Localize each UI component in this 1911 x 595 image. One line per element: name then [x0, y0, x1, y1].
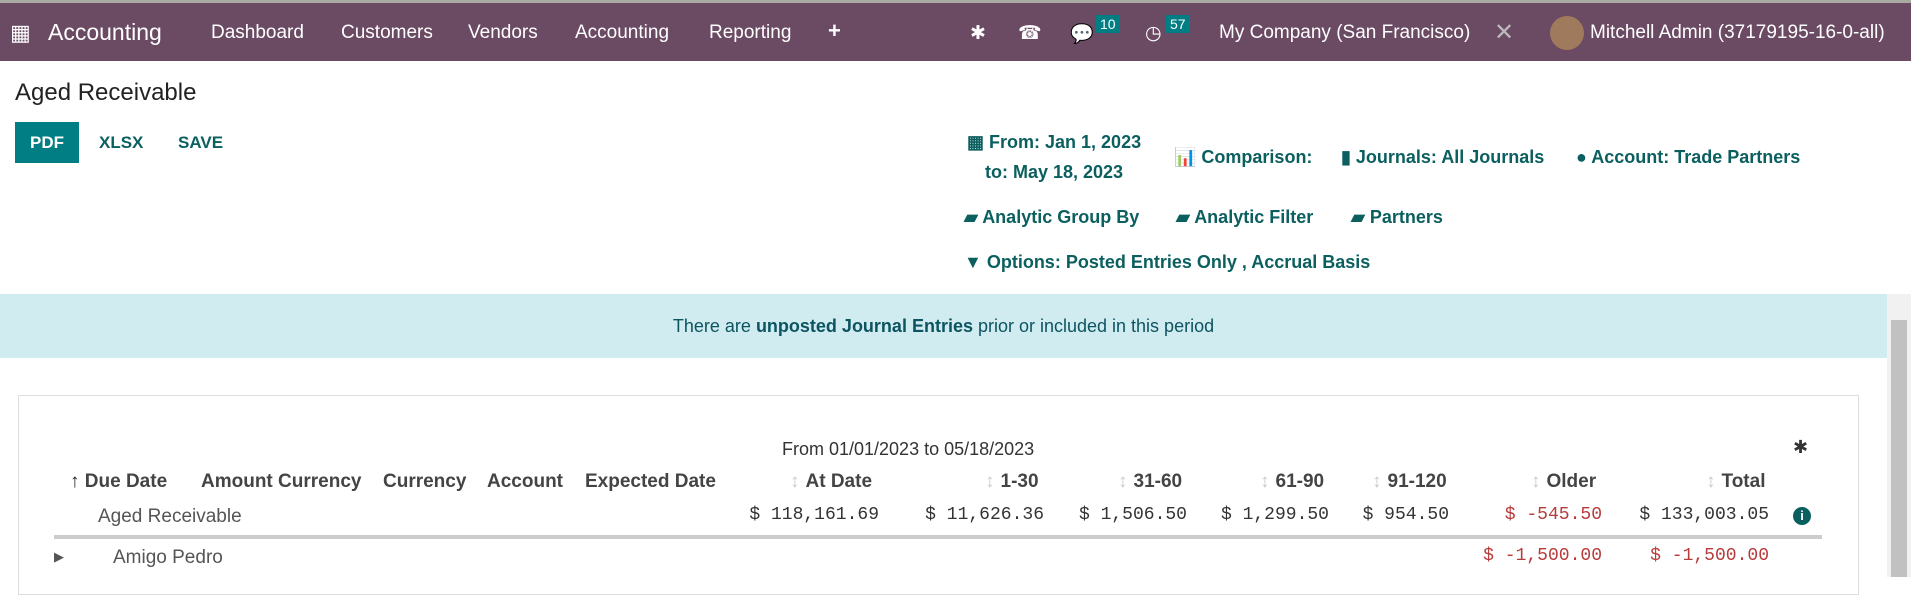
total-31-60[interactable]: $ 1,506.50	[1079, 505, 1187, 525]
options-label: Options: Posted Entries Only , Accrual B…	[986, 252, 1371, 272]
info-icon[interactable]: i	[1793, 507, 1811, 525]
total-61-90[interactable]: $ 1,299.50	[1221, 505, 1329, 525]
calendar-icon: ▦	[967, 132, 990, 152]
unposted-entries-link[interactable]: unposted Journal Entries	[756, 316, 973, 336]
col-currency[interactable]: Currency	[383, 471, 466, 493]
menu-dashboard[interactable]: Dashboard	[211, 22, 304, 44]
folder-icon: ▰	[1176, 207, 1195, 227]
divider	[54, 535, 1822, 539]
col-at-date[interactable]: ↕ At Date	[790, 471, 872, 493]
analytic-group-filter[interactable]: ▰ Analytic Group By	[964, 207, 1139, 228]
col-older[interactable]: ↕ Older	[1531, 471, 1596, 493]
journals-filter[interactable]: ▮ Journals: All Journals	[1341, 147, 1544, 168]
total-at-date[interactable]: $ 118,161.69	[749, 505, 879, 525]
save-button[interactable]: SAVE	[163, 122, 238, 163]
col-1-30[interactable]: ↕ 1-30	[985, 471, 1039, 493]
col-expected-date[interactable]: Expected Date	[585, 471, 716, 493]
menu-customers[interactable]: Customers	[341, 22, 433, 44]
pdf-button[interactable]: PDF	[15, 122, 79, 163]
company-switcher[interactable]: My Company (San Francisco)	[1219, 22, 1470, 44]
user-menu[interactable]: Mitchell Admin (37179195-16-0-all)	[1590, 22, 1885, 44]
total-1-30[interactable]: $ 11,626.36	[925, 505, 1044, 525]
menu-reporting[interactable]: Reporting	[709, 22, 791, 44]
total-total[interactable]: $ 133,003.05	[1639, 505, 1769, 525]
total-row-label: Aged Receivable	[98, 506, 242, 527]
app-name[interactable]: Accounting	[48, 19, 162, 46]
unposted-entries-banner: There are unposted Journal Entries prior…	[0, 294, 1887, 358]
partner-row-label[interactable]: Amigo Pedro	[113, 547, 223, 569]
account-label: Account: Trade Partners	[1591, 147, 1801, 167]
report-period: From 01/01/2023 to 05/18/2023	[782, 439, 1035, 459]
xlsx-button[interactable]: XLSX	[84, 122, 158, 163]
folder-icon: ▰	[964, 207, 983, 227]
avatar[interactable]	[1550, 16, 1584, 50]
messages-badge: 10	[1096, 15, 1120, 33]
partners-label: Partners	[1369, 207, 1443, 227]
user-icon: ●	[1576, 147, 1592, 167]
col-61-90[interactable]: ↕ 61-90	[1260, 471, 1324, 493]
comparison-label: Comparison:	[1201, 147, 1313, 167]
apps-grid-icon[interactable]: ▦	[10, 20, 31, 46]
partner-older[interactable]: $ -1,500.00	[1483, 546, 1602, 566]
debug-bug-icon[interactable]: ✱	[1793, 437, 1808, 458]
partner-total[interactable]: $ -1,500.00	[1650, 546, 1769, 566]
col-91-120[interactable]: ↕ 91-120	[1372, 471, 1447, 493]
tools-icon[interactable]: ✕	[1494, 18, 1514, 47]
date-to[interactable]: to: May 18, 2023	[985, 162, 1123, 183]
menu-vendors[interactable]: Vendors	[468, 22, 538, 44]
top-navbar: ▦ Accounting Dashboard Customers Vendors…	[0, 0, 1911, 61]
col-31-60[interactable]: ↕ 31-60	[1118, 471, 1182, 493]
expand-caret-icon[interactable]: ▶	[54, 549, 64, 565]
scrollbar-thumb[interactable]	[1891, 320, 1907, 577]
date-from: From: Jan 1, 2023	[989, 132, 1142, 152]
chat-icon[interactable]: 💬	[1070, 22, 1094, 46]
col-account[interactable]: Account	[487, 471, 563, 493]
partners-filter[interactable]: ▰ Partners	[1351, 207, 1443, 228]
activity-clock-icon[interactable]: ◷	[1145, 22, 1162, 45]
analytic-group-label: Analytic Group By	[982, 207, 1140, 227]
book-icon: ▮	[1341, 147, 1356, 167]
analytic-filter-label: Analytic Filter	[1194, 207, 1314, 227]
col-amount-currency[interactable]: Amount Currency	[201, 471, 361, 493]
phone-icon[interactable]: ☎	[1018, 22, 1042, 45]
menu-accounting[interactable]: Accounting	[575, 22, 669, 44]
journals-label: Journals: All Journals	[1355, 147, 1545, 167]
comparison-filter[interactable]: 📊 Comparison:	[1174, 147, 1312, 168]
page-title: Aged Receivable	[15, 79, 197, 106]
folder-icon: ▰	[1351, 207, 1370, 227]
total-older[interactable]: $ -545.50	[1505, 505, 1602, 525]
banner-text-end: prior or included in this period	[972, 316, 1215, 336]
col-total[interactable]: ↕ Total	[1706, 471, 1765, 493]
options-filter[interactable]: ▼ Options: Posted Entries Only , Accrual…	[964, 252, 1370, 273]
filter-funnel-icon: ▼	[964, 252, 987, 272]
total-91-120[interactable]: $ 954.50	[1363, 505, 1449, 525]
col-due-date[interactable]: ↑ Due Date	[70, 471, 167, 493]
activities-badge: 57	[1166, 15, 1190, 33]
plus-icon[interactable]: +	[828, 18, 841, 44]
date-filter[interactable]: ▦ From: Jan 1, 2023	[967, 132, 1141, 153]
debug-bug-icon[interactable]: ✱	[970, 22, 986, 45]
banner-text: There are	[672, 316, 756, 336]
bar-chart-icon: 📊	[1174, 147, 1202, 167]
account-filter[interactable]: ● Account: Trade Partners	[1576, 147, 1800, 168]
analytic-filter[interactable]: ▰ Analytic Filter	[1176, 207, 1313, 228]
